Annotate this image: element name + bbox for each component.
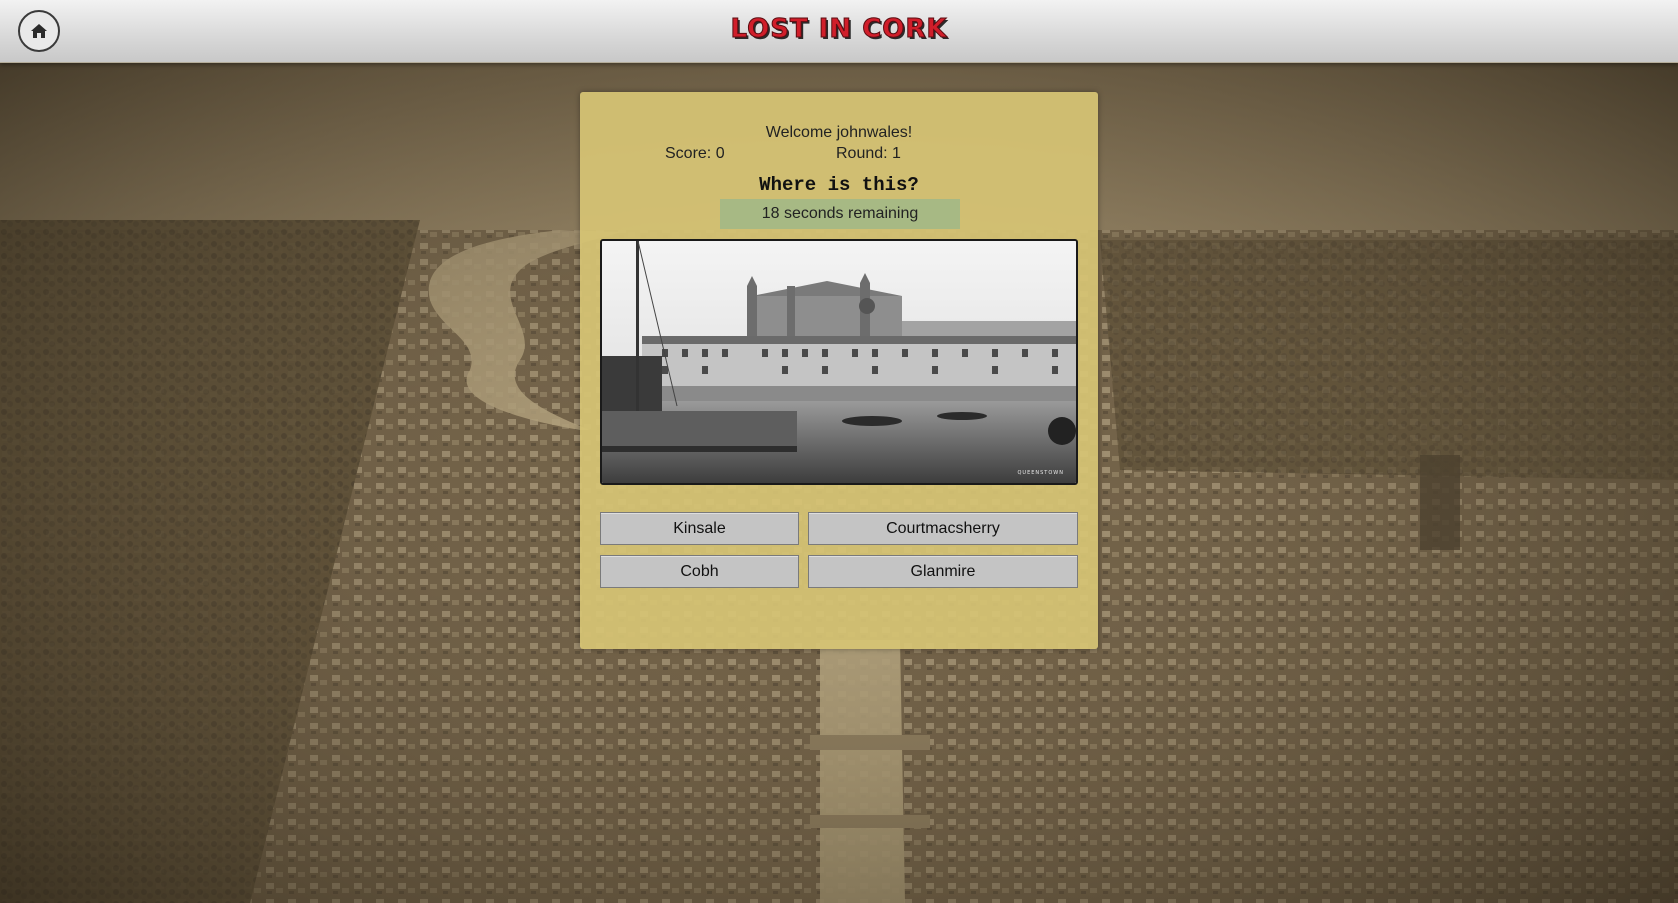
answer-button-glanmire[interactable]: Glanmire [808,555,1078,588]
score-label: Score: 0 [665,145,725,162]
round-label: Round: 1 [836,145,901,162]
logo: LOST IN CORK [0,6,1678,54]
timer-bar: 18 seconds remaining [720,199,960,229]
logo-text: LOST IN CORK [730,14,948,45]
top-bar: LOST IN CORK [0,0,1678,63]
question-heading: Where is this? [759,174,919,196]
welcome-message: Welcome johnwales! [765,124,913,141]
answer-button-cobh[interactable]: Cobh [600,555,799,588]
photo-caption: QUEENSTOWN [1017,470,1064,476]
answer-button-courtmacsherry[interactable]: Courtmacsherry [808,512,1078,545]
answer-button-kinsale[interactable]: Kinsale [600,512,799,545]
game-card: Welcome johnwales! Score: 0 Round: 1 Whe… [580,92,1098,649]
location-photo: QUEENSTOWN [600,239,1078,485]
